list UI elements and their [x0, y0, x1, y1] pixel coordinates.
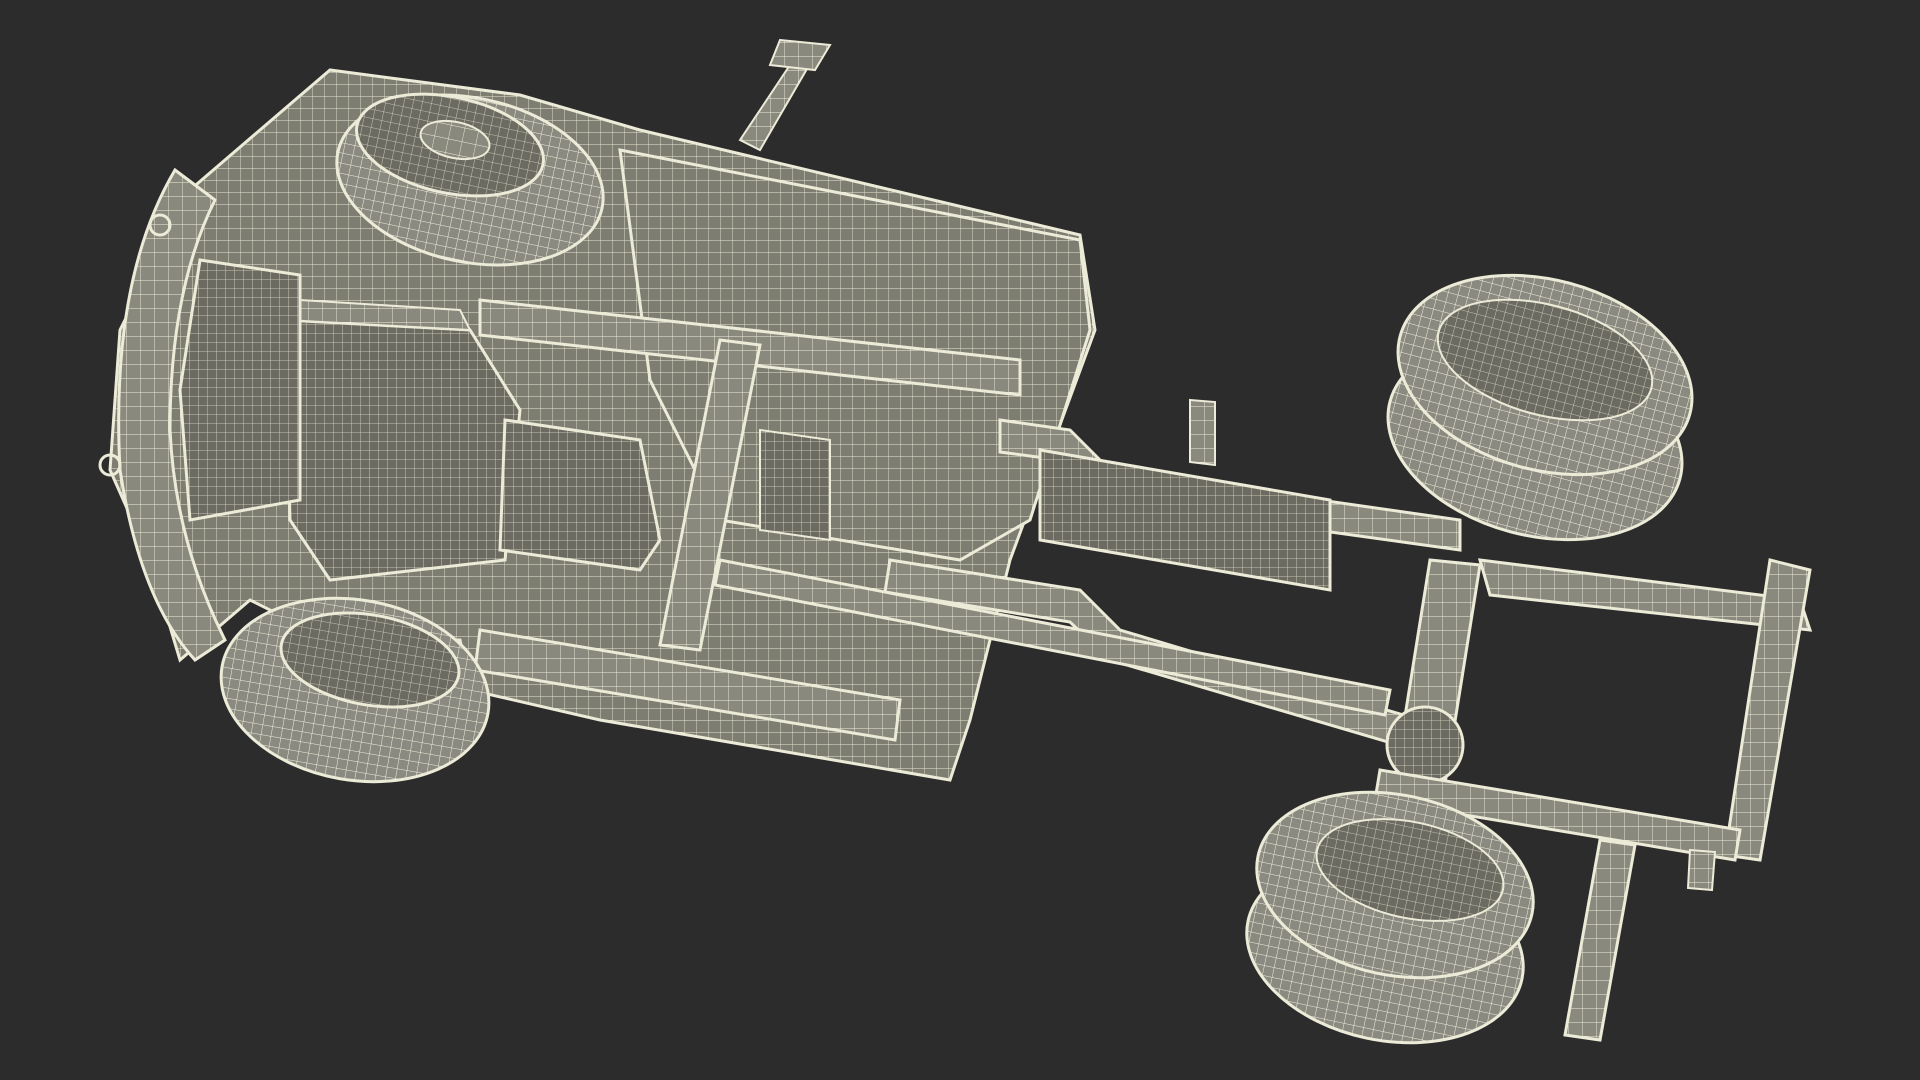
rear-hanger-bracket: [1686, 848, 1717, 892]
render-viewport[interactable]: [0, 0, 1920, 1080]
radiator-block: [178, 258, 302, 522]
pedal-bracket: [738, 38, 832, 152]
chassis-render: [98, 38, 1813, 1045]
transmission: [498, 418, 662, 572]
rear-shock-absorber: [1189, 398, 1216, 467]
exhaust-muffler: [1038, 448, 1332, 592]
